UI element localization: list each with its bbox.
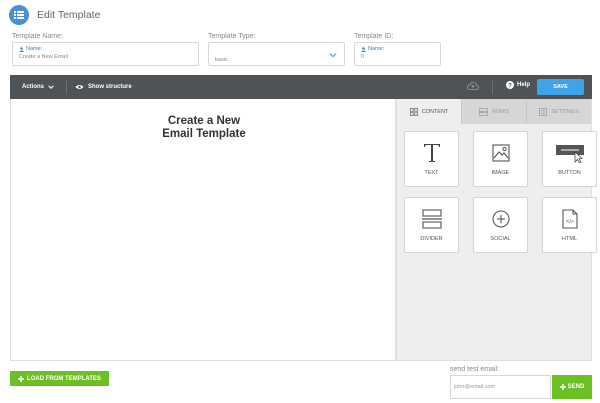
tab-rows-label: ROWS (491, 108, 510, 115)
id-sublabel: Name: (361, 46, 434, 52)
text-icon (423, 142, 441, 164)
svg-text:?: ? (508, 83, 512, 89)
tab-content-label: CONTENT (421, 108, 449, 115)
image-icon (491, 142, 510, 164)
content-panel: CONTENT ROWS SETTINGS TEXT IMAGE BUTTON … (396, 99, 597, 361)
block-social[interactable]: SOCIAL (473, 197, 528, 253)
send-button[interactable]: SEND (552, 375, 592, 399)
block-button-label: BUTTON (558, 170, 581, 176)
settings-icon (539, 107, 548, 116)
show-structure-toggle[interactable]: Show structure (75, 84, 132, 90)
canvas-heading-line1: Create a New (167, 115, 241, 127)
name-sublabel: Name: (19, 46, 192, 52)
template-type-select[interactable]: basic (208, 42, 345, 66)
template-name-input[interactable]: Name: Create a New Email (12, 42, 199, 66)
template-id-label: Template ID: (354, 33, 394, 40)
content-blocks: TEXT IMAGE BUTTON DIVIDER SOCIAL </> HTM… (404, 131, 597, 253)
social-icon (491, 208, 510, 230)
canvas-heading-line2: Email Template (162, 128, 246, 140)
tab-rows[interactable]: ROWS (461, 99, 526, 124)
load-from-templates-button[interactable]: LOAD FROM TEMPLATES (10, 371, 109, 386)
chevron-down-icon (48, 85, 54, 89)
user-icon (19, 46, 24, 52)
show-structure-label: Show structure (88, 84, 132, 90)
panel-tabs: CONTENT ROWS SETTINGS (397, 99, 591, 124)
template-name-field: Template Name: Name: Create a New Email (12, 33, 199, 66)
block-image[interactable]: IMAGE (473, 131, 528, 187)
template-id-field: Template ID: Name: 0 (354, 33, 441, 66)
page-title: Edit Template (37, 9, 101, 21)
template-id-value: 0 (361, 54, 365, 60)
editor-toolbar: Actions Show structure ? Help SAVE (10, 75, 592, 99)
chevron-down-icon (329, 53, 337, 58)
template-id-input[interactable]: Name: 0 (354, 42, 441, 66)
block-button[interactable]: BUTTON (542, 131, 597, 187)
block-divider-label: DIVIDER (420, 236, 443, 242)
canvas-heading[interactable]: Create a New Email Template (11, 115, 397, 141)
test-email-label: send test email: (450, 366, 500, 373)
button-icon (555, 142, 585, 164)
tab-settings[interactable]: SETTINGS (526, 99, 591, 124)
send-label: SEND (567, 384, 585, 390)
eye-icon (75, 85, 84, 89)
block-image-label: IMAGE (491, 170, 510, 176)
test-email-input[interactable]: john@email.com (450, 375, 551, 399)
help-label: Help (517, 82, 531, 88)
template-name-sublabel-text: Name: (26, 46, 43, 52)
list-icon (9, 5, 29, 25)
email-canvas[interactable]: Create a New Email Template (10, 99, 396, 361)
plus-icon (559, 384, 566, 390)
page-header: Edit Template (9, 4, 100, 26)
actions-menu[interactable]: Actions (22, 84, 54, 90)
template-name-label: Template Name: (12, 33, 63, 40)
svg-text:</>: </> (566, 219, 574, 225)
tab-settings-label: SETTINGS (551, 108, 579, 115)
template-type-field: Template Type: basic (208, 33, 345, 66)
save-button[interactable]: SAVE (537, 79, 584, 95)
block-text-label: TEXT (424, 170, 439, 176)
template-type-value: basic (215, 57, 228, 63)
block-html-label: HTML (562, 236, 577, 242)
divider-icon (421, 208, 442, 230)
html-icon: </> (561, 208, 578, 230)
user-icon (361, 46, 366, 52)
cloud-upload-icon[interactable] (467, 82, 479, 91)
rows-icon (478, 107, 488, 116)
toolbar-divider (492, 81, 493, 94)
load-from-templates-label: LOAD FROM TEMPLATES (27, 375, 101, 382)
help-button[interactable]: ? Help (506, 81, 530, 89)
help-icon: ? (506, 81, 514, 89)
tab-content[interactable]: CONTENT (397, 99, 461, 124)
actions-label: Actions (22, 84, 45, 90)
block-social-label: SOCIAL (490, 236, 511, 242)
template-id-sublabel-text: Name: (368, 46, 385, 52)
template-type-label: Template Type: (208, 33, 256, 40)
grid-icon (409, 107, 418, 116)
block-text[interactable]: TEXT (404, 131, 459, 187)
block-html[interactable]: </> HTML (542, 197, 597, 253)
plus-icon (18, 375, 25, 382)
toolbar-divider (66, 80, 68, 94)
block-divider[interactable]: DIVIDER (404, 197, 459, 253)
template-name-value: Create a New Email (19, 54, 68, 60)
